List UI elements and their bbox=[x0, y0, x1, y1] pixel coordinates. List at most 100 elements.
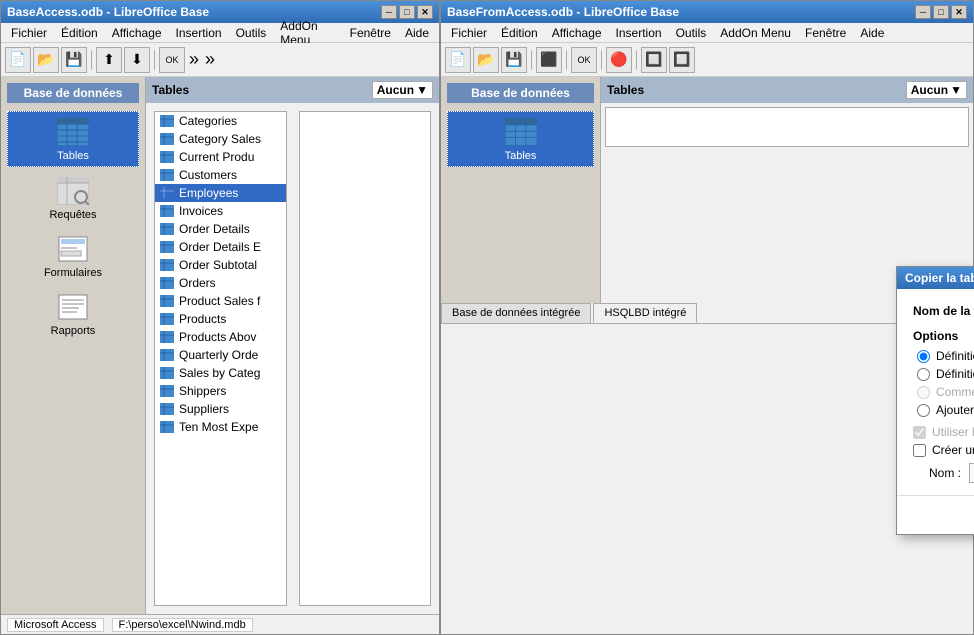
left-tb-copy[interactable]: ⬆ bbox=[96, 47, 122, 73]
dialog-radio-comme-vue[interactable]: Comme vue de table bbox=[917, 385, 974, 399]
left-close-button[interactable]: ✕ bbox=[417, 5, 433, 19]
table-row[interactable]: Quarterly Orde bbox=[155, 346, 286, 364]
right-tb-btn5[interactable]: 🔲 bbox=[669, 47, 695, 73]
right-minimize-button[interactable]: ─ bbox=[915, 5, 931, 19]
table-row[interactable]: Order Subtotal bbox=[155, 256, 286, 274]
left-db-formulaires-label: Formulaires bbox=[44, 267, 102, 279]
right-db-tables-label: Tables bbox=[505, 150, 537, 162]
radio-definition-input[interactable] bbox=[917, 368, 930, 381]
right-tb-sep3 bbox=[601, 50, 602, 70]
right-tables-icon bbox=[505, 116, 537, 148]
dialog-radio-def-et-donnees[interactable]: Définition et données bbox=[917, 349, 974, 363]
table-row[interactable]: Current Produ bbox=[155, 148, 286, 166]
right-tables-input-area bbox=[605, 107, 969, 147]
left-db-item-requetes[interactable]: Requêtes bbox=[7, 171, 139, 225]
right-aucun-dropdown[interactable]: Aucun ▼ bbox=[906, 81, 967, 99]
left-tb-new[interactable]: 📄 bbox=[5, 47, 31, 73]
dialog-checkbox-clee-primaire[interactable]: Créer une clé primaire bbox=[913, 443, 974, 457]
right-tb-help[interactable]: 🔴 bbox=[606, 47, 632, 73]
table-icon bbox=[159, 203, 175, 219]
left-tb-save[interactable]: 💾 bbox=[61, 47, 87, 73]
left-tb-more2[interactable]: » bbox=[203, 49, 217, 70]
right-tables-title: Tables bbox=[607, 83, 644, 97]
right-tb-btn2[interactable]: ⬛ bbox=[536, 47, 562, 73]
right-menu-fichier[interactable]: Fichier bbox=[445, 25, 493, 41]
left-preview-area bbox=[299, 111, 432, 606]
checkbox-clee-primaire-input[interactable] bbox=[913, 444, 926, 457]
left-menu-affichage[interactable]: Affichage bbox=[106, 25, 168, 41]
right-menu-insertion[interactable]: Insertion bbox=[610, 25, 668, 41]
dialog-body: Nom de la table : Options Définition et … bbox=[897, 289, 974, 495]
left-db-panel-title: Base de données bbox=[7, 83, 139, 103]
right-menu-edition[interactable]: Édition bbox=[495, 25, 544, 41]
table-row[interactable]: Order Details E bbox=[155, 238, 286, 256]
table-row-employees[interactable]: Employees bbox=[155, 184, 286, 202]
left-rapports-icon bbox=[57, 291, 89, 323]
tab-integrated[interactable]: Base de données intégrée bbox=[441, 303, 591, 323]
dialog-nom-input[interactable] bbox=[969, 463, 974, 483]
table-row[interactable]: Category Sales bbox=[155, 130, 286, 148]
dialog-radio-definition[interactable]: Définition bbox=[917, 367, 974, 381]
left-main-content: Base de données Tables bbox=[1, 77, 439, 614]
right-menu-fenetre[interactable]: Fenêtre bbox=[799, 25, 852, 41]
table-row[interactable]: Categories bbox=[155, 112, 286, 130]
table-row[interactable]: Shippers bbox=[155, 382, 286, 400]
table-row[interactable]: Invoices bbox=[155, 202, 286, 220]
left-db-item-formulaires[interactable]: Formulaires bbox=[7, 229, 139, 283]
table-row[interactable]: Products Abov bbox=[155, 328, 286, 346]
left-menu-edition[interactable]: Édition bbox=[55, 25, 104, 41]
right-tb-open[interactable]: 📂 bbox=[473, 47, 499, 73]
table-icon bbox=[159, 131, 175, 147]
dialog-nom-label: Nom : bbox=[929, 466, 961, 480]
table-row[interactable]: Ten Most Expe bbox=[155, 418, 286, 436]
left-menu-outils[interactable]: Outils bbox=[230, 25, 273, 41]
left-menu-fenetre[interactable]: Fenêtre bbox=[344, 25, 397, 41]
left-formulaires-icon bbox=[57, 233, 89, 265]
left-db-item-tables[interactable]: Tables bbox=[7, 111, 139, 167]
radio-ajouter-input[interactable] bbox=[917, 404, 930, 417]
table-row[interactable]: Products bbox=[155, 310, 286, 328]
radio-def-et-donnees-input[interactable] bbox=[917, 350, 930, 363]
left-title-bar: BaseAccess.odb - LibreOffice Base ─ □ ✕ bbox=[1, 1, 439, 23]
left-tb-open[interactable]: 📂 bbox=[33, 47, 59, 73]
left-menu-insertion[interactable]: Insertion bbox=[170, 25, 228, 41]
left-menu-aide[interactable]: Aide bbox=[399, 25, 435, 41]
left-menu-bar: Fichier Édition Affichage Insertion Outi… bbox=[1, 23, 439, 43]
left-db-item-rapports[interactable]: Rapports bbox=[7, 287, 139, 341]
right-tb-ok[interactable]: OK bbox=[571, 47, 597, 73]
left-tb-more[interactable]: » bbox=[187, 49, 201, 70]
table-row[interactable]: Suppliers bbox=[155, 400, 286, 418]
left-tb-paste[interactable]: ⬇ bbox=[124, 47, 150, 73]
table-icon bbox=[159, 257, 175, 273]
right-menu-addon[interactable]: AddOn Menu bbox=[714, 25, 797, 41]
tab-hsqlbd[interactable]: HSQLBD intégré bbox=[593, 303, 697, 323]
left-minimize-button[interactable]: ─ bbox=[381, 5, 397, 19]
left-aucun-dropdown[interactable]: Aucun ▼ bbox=[372, 81, 433, 99]
checkbox-premiere-ligne-input bbox=[913, 426, 926, 439]
right-menu-outils[interactable]: Outils bbox=[670, 25, 713, 41]
table-row[interactable]: Customers bbox=[155, 166, 286, 184]
dialog-radio-ajouter[interactable]: Ajouter des données bbox=[917, 403, 974, 417]
right-menu-aide[interactable]: Aide bbox=[854, 25, 890, 41]
right-tb-save[interactable]: 💾 bbox=[501, 47, 527, 73]
right-close-button[interactable]: ✕ bbox=[951, 5, 967, 19]
table-row[interactable]: Product Sales f bbox=[155, 292, 286, 310]
left-db-requetes-label: Requêtes bbox=[49, 209, 96, 221]
left-tb-ok[interactable]: OK bbox=[159, 47, 185, 73]
table-row[interactable]: Order Details bbox=[155, 220, 286, 238]
left-restore-button[interactable]: □ bbox=[399, 5, 415, 19]
right-title-bar: BaseFromAccess.odb - LibreOffice Base ─ … bbox=[441, 1, 973, 23]
right-db-item-tables[interactable]: Tables bbox=[447, 111, 594, 167]
left-tables-list: Categories Category Sales Current Produ … bbox=[154, 111, 287, 606]
right-tb-btn4[interactable]: 🔲 bbox=[641, 47, 667, 73]
right-restore-button[interactable]: □ bbox=[933, 5, 949, 19]
right-tb-new[interactable]: 📄 bbox=[445, 47, 471, 73]
right-menu-affichage[interactable]: Affichage bbox=[546, 25, 608, 41]
table-row[interactable]: Sales by Categ bbox=[155, 364, 286, 382]
right-toolbar: 📄 📂 💾 ⬛ OK 🔴 🔲 🔲 bbox=[441, 43, 973, 77]
right-tabs-bar: Base de données intégrée HSQLBD intégré bbox=[441, 303, 973, 324]
left-db-panel: Base de données Tables bbox=[1, 77, 146, 614]
left-menu-fichier[interactable]: Fichier bbox=[5, 25, 53, 41]
left-status-right: F:\perso\excel\Nwind.mdb bbox=[112, 618, 253, 632]
table-row[interactable]: Orders bbox=[155, 274, 286, 292]
